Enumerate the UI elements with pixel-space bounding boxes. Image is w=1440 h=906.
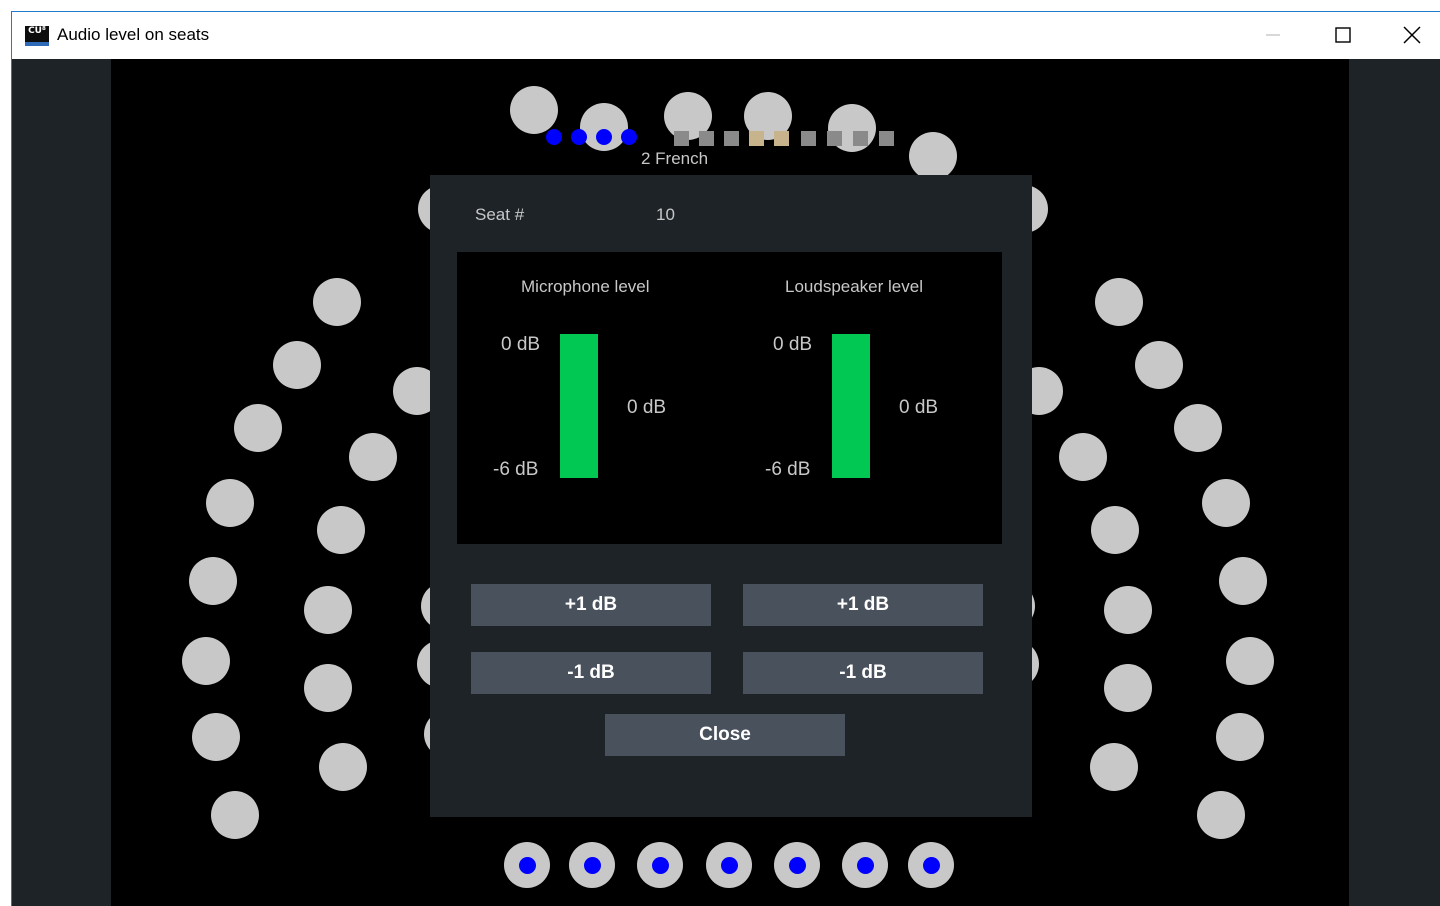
seat[interactable] <box>1174 404 1222 452</box>
channel-indicator <box>546 129 562 145</box>
active-indicator <box>923 857 940 874</box>
seat-number-label: Seat # <box>475 205 525 224</box>
active-indicator <box>519 857 536 874</box>
active-indicator <box>584 857 601 874</box>
active-seat[interactable] <box>569 842 615 888</box>
app-icon: CU⁸ <box>25 26 49 46</box>
channel-indicator <box>801 131 816 146</box>
audio-level-dialog: Seat # 10 Microphone level 0 dB -6 dB 0 … <box>430 175 1032 817</box>
seat[interactable] <box>1226 637 1274 685</box>
seat[interactable] <box>1197 791 1245 839</box>
channel-indicator <box>853 131 868 146</box>
channel-indicator <box>774 131 789 146</box>
minimize-button[interactable] <box>1250 20 1296 50</box>
active-seat[interactable] <box>908 842 954 888</box>
seat[interactable] <box>1104 664 1152 712</box>
microphone-level-title: Microphone level <box>521 277 650 296</box>
seat[interactable] <box>206 479 254 527</box>
window-title: Audio level on seats <box>57 25 210 44</box>
seat[interactable] <box>909 132 957 180</box>
active-seat[interactable] <box>637 842 683 888</box>
seat[interactable] <box>1135 341 1183 389</box>
maximize-icon <box>1335 27 1351 43</box>
channel-indicator <box>699 131 714 146</box>
title-bar[interactable]: CU⁸ Audio level on seats <box>12 12 1440 59</box>
close-window-button[interactable] <box>1389 20 1435 50</box>
microphone-scale-bottom: -6 dB <box>493 459 539 480</box>
seat[interactable] <box>510 86 558 134</box>
seat[interactable] <box>1090 743 1138 791</box>
microphone-increase-button[interactable]: +1 dB <box>471 584 711 626</box>
seat[interactable] <box>349 433 397 481</box>
active-indicator <box>721 857 738 874</box>
microphone-current-level: 0 dB <box>627 397 667 418</box>
seat[interactable] <box>189 557 237 605</box>
channel-indicator <box>621 129 637 145</box>
seat[interactable] <box>1216 713 1264 761</box>
seat[interactable] <box>211 791 259 839</box>
microphone-level-meter <box>560 334 598 478</box>
seat[interactable] <box>1059 433 1107 481</box>
loudspeaker-decrease-button[interactable]: -1 dB <box>743 652 983 694</box>
microphone-decrease-button[interactable]: -1 dB <box>471 652 711 694</box>
seat[interactable] <box>1104 586 1152 634</box>
seat[interactable] <box>192 713 240 761</box>
active-seat[interactable] <box>706 842 752 888</box>
channel-indicator <box>749 131 764 146</box>
close-icon <box>1403 26 1421 44</box>
active-seat[interactable] <box>504 842 550 888</box>
seat[interactable] <box>182 637 230 685</box>
seat[interactable] <box>317 506 365 554</box>
loudspeaker-level-bar <box>832 334 870 478</box>
active-indicator <box>789 857 806 874</box>
seat[interactable] <box>273 341 321 389</box>
seat[interactable] <box>1202 479 1250 527</box>
loudspeaker-scale-top: 0 dB <box>773 334 813 355</box>
loudspeaker-scale-bottom: -6 dB <box>765 459 811 480</box>
active-indicator <box>857 857 874 874</box>
language-label: 2 French <box>641 149 709 168</box>
active-indicator <box>652 857 669 874</box>
channel-indicator <box>596 129 612 145</box>
seat[interactable] <box>304 586 352 634</box>
level-meters-panel: Microphone level 0 dB -6 dB 0 dB Loudspe… <box>457 252 1002 544</box>
active-seat[interactable] <box>774 842 820 888</box>
loudspeaker-current-level: 0 dB <box>899 397 939 418</box>
minimize-icon <box>1266 34 1280 36</box>
seat[interactable] <box>1091 506 1139 554</box>
channel-indicator <box>827 131 842 146</box>
close-button[interactable]: Close <box>605 714 845 756</box>
channel-indicator <box>571 129 587 145</box>
loudspeaker-increase-button[interactable]: +1 dB <box>743 584 983 626</box>
seat[interactable] <box>304 664 352 712</box>
seat[interactable] <box>234 404 282 452</box>
seat[interactable] <box>319 743 367 791</box>
app-window: CU⁸ Audio level on seats 2 French Seat #… <box>11 11 1440 906</box>
active-seat[interactable] <box>842 842 888 888</box>
loudspeaker-level-meter <box>832 334 870 478</box>
seat[interactable] <box>1095 278 1143 326</box>
loudspeaker-level-title: Loudspeaker level <box>785 277 923 296</box>
channel-indicator <box>724 131 739 146</box>
seat-number-value: 10 <box>656 205 675 224</box>
seat[interactable] <box>1219 557 1267 605</box>
microphone-scale-top: 0 dB <box>501 334 541 355</box>
microphone-level-bar <box>560 334 598 478</box>
channel-indicator <box>674 131 689 146</box>
client-area: 2 French Seat # 10 Microphone level 0 dB… <box>12 59 1440 906</box>
channel-indicator <box>879 131 894 146</box>
seat[interactable] <box>313 278 361 326</box>
maximize-button[interactable] <box>1320 20 1366 50</box>
